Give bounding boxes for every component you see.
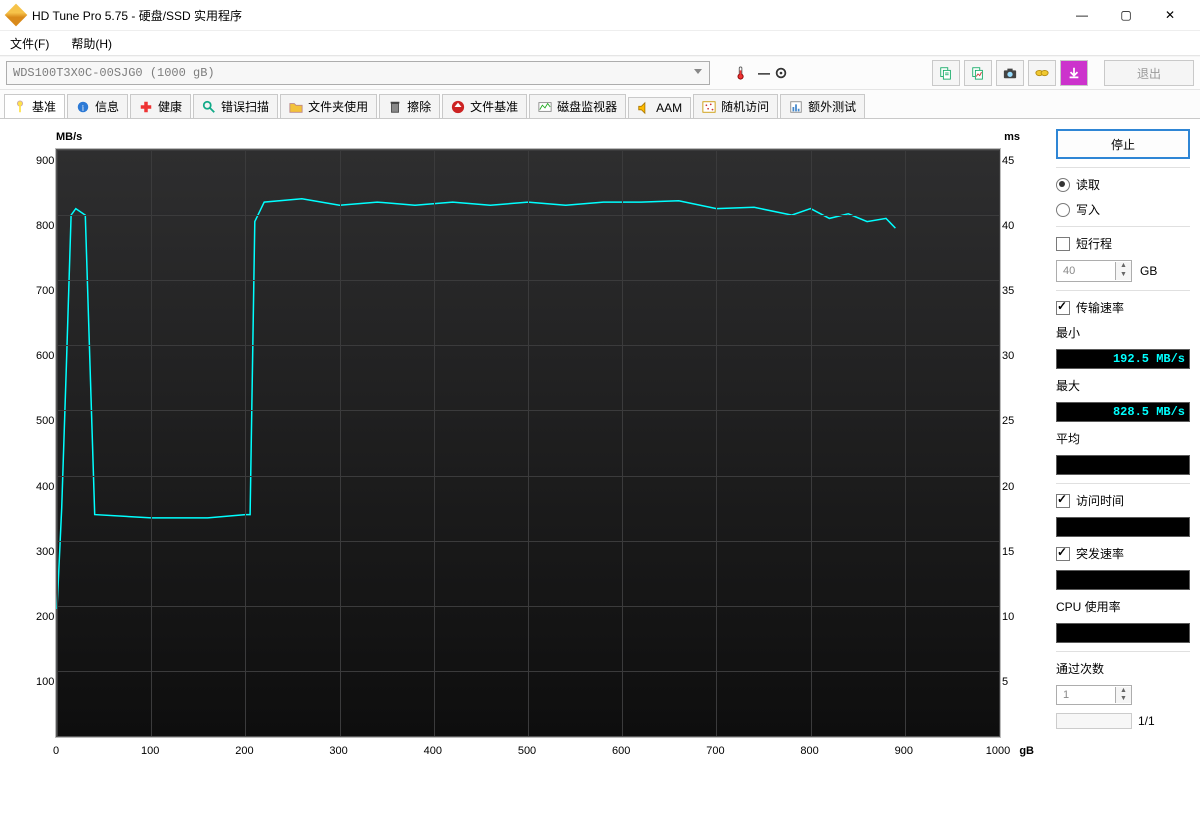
tab-errorscan[interactable]: 错误扫描 [193, 94, 278, 118]
short-stroke-input[interactable]: 40 ▲▼ [1056, 260, 1132, 282]
min-label: 最小 [1056, 324, 1190, 341]
tab-aam[interactable]: AAM [628, 97, 691, 118]
tab-benchmark[interactable]: 基准 [4, 94, 65, 118]
tab-bar: 基准 i 信息 健康 错误扫描 文件夹使用 擦除 文件基准 磁盘监视器 AAM … [0, 90, 1200, 119]
minimize-button[interactable]: — [1060, 1, 1104, 29]
tab-diskmon[interactable]: 磁盘监视器 [529, 94, 626, 118]
tab-folder[interactable]: 文件夹使用 [280, 94, 377, 118]
copy-text-button[interactable] [932, 60, 960, 86]
close-button[interactable]: ✕ [1148, 1, 1192, 29]
min-value: 192.5 MB/s [1056, 349, 1190, 369]
access-time-check[interactable]: 访问时间 [1056, 492, 1190, 509]
screenshot-button[interactable] [996, 60, 1024, 86]
avg-label: 平均 [1056, 430, 1190, 447]
burst-rate-value [1056, 570, 1190, 590]
thermometer-icon [728, 61, 754, 85]
burst-rate-check[interactable]: 突发速率 [1056, 545, 1190, 562]
menu-help[interactable]: 帮助(H) [67, 33, 116, 54]
y-left-unit: MB/s [56, 131, 82, 143]
benchmark-chart: MB/s ms gB 01002003004005006007008009001… [10, 129, 1046, 769]
access-time-value [1056, 517, 1190, 537]
exit-button[interactable]: 退出 [1104, 60, 1194, 86]
window-title: HD Tune Pro 5.75 - 硬盘/SSD 实用程序 [32, 7, 1060, 24]
tab-random[interactable]: 随机访问 [693, 94, 778, 118]
short-stroke-check[interactable]: 短行程 [1056, 235, 1190, 252]
tab-filebench[interactable]: 文件基准 [442, 94, 527, 118]
tab-extra[interactable]: 额外测试 [780, 94, 865, 118]
y-right-unit: ms [1004, 131, 1020, 143]
tab-erase[interactable]: 擦除 [379, 94, 440, 118]
pass-count-input[interactable]: 1 ▲▼ [1056, 685, 1132, 705]
max-value: 828.5 MB/s [1056, 402, 1190, 422]
drive-select[interactable]: WDS100T3X0C-00SJG0 (1000 gB) [6, 61, 710, 85]
avg-value [1056, 455, 1190, 475]
save-button[interactable] [1060, 60, 1088, 86]
max-label: 最大 [1056, 377, 1190, 394]
cpu-usage-value [1056, 623, 1190, 643]
menu-file[interactable]: 文件(F) [6, 33, 53, 54]
maximize-button[interactable]: ▢ [1104, 1, 1148, 29]
temp-dash: — [758, 66, 770, 80]
pass-progress [1056, 713, 1132, 729]
options-button[interactable] [1028, 60, 1056, 86]
temp-gear-icon[interactable] [774, 66, 788, 81]
tab-health[interactable]: 健康 [130, 94, 191, 118]
transfer-rate-check[interactable]: 传输速率 [1056, 299, 1190, 316]
mode-read-radio[interactable]: 读取 [1056, 176, 1190, 193]
mode-write-radio[interactable]: 写入 [1056, 201, 1190, 218]
x-unit: gB [1019, 745, 1034, 757]
copy-chart-button[interactable] [964, 60, 992, 86]
chevron-down-icon [693, 67, 703, 77]
pass-count-label: 通过次数 [1056, 660, 1190, 677]
app-icon [5, 4, 28, 27]
stop-button[interactable]: 停止 [1056, 129, 1190, 159]
pass-progress-text: 1/1 [1138, 714, 1155, 728]
cpu-usage-label: CPU 使用率 [1056, 598, 1190, 615]
tab-info[interactable]: i 信息 [67, 94, 128, 118]
drive-select-value: WDS100T3X0C-00SJG0 (1000 gB) [13, 66, 215, 80]
